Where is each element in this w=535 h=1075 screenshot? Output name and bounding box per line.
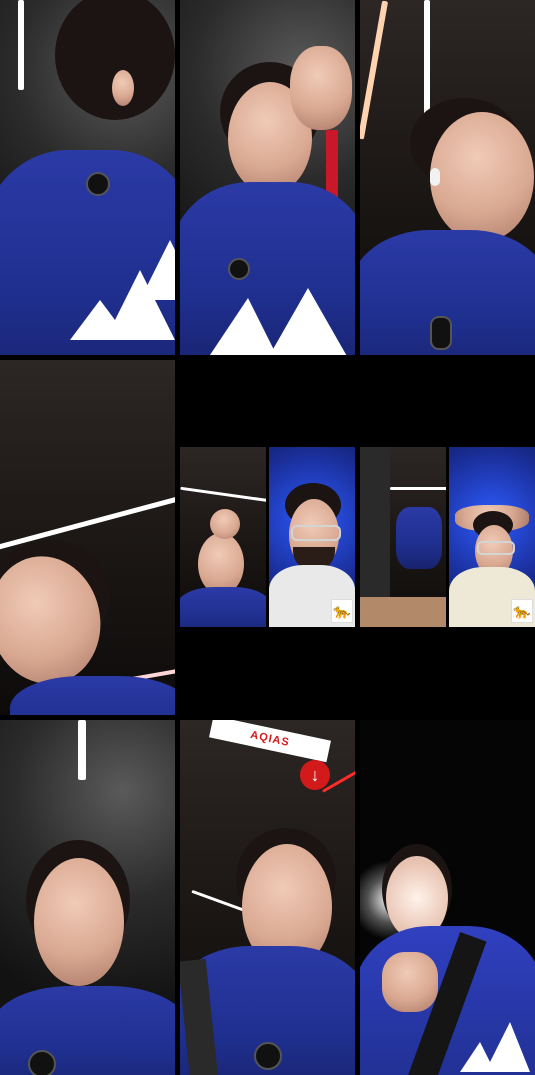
- ceiling-light: [0, 494, 175, 551]
- ceiling-light: [360, 0, 389, 140]
- three-stripe-logo: [210, 288, 347, 355]
- glasses: [477, 541, 515, 555]
- tile-r3c1: [0, 720, 175, 1075]
- mic-clip: [28, 1050, 56, 1075]
- face: [198, 533, 244, 595]
- three-stripe-logo: [70, 240, 175, 340]
- mic-clip: [254, 1042, 282, 1070]
- ceiling-light: [424, 0, 430, 115]
- call-left-gym-machine: [360, 447, 446, 627]
- face: [34, 858, 124, 986]
- gym-machine: [360, 447, 390, 607]
- glasses: [291, 525, 341, 541]
- cheetah-emoji-badge: 🐆: [331, 599, 353, 623]
- tile-r3c2: AQIAS ↓: [180, 720, 355, 1075]
- call-right-man: 🐆: [449, 447, 535, 627]
- ceiling-light: [18, 0, 24, 90]
- hoodie: [180, 587, 266, 627]
- hoodie: [0, 986, 175, 1075]
- hand: [210, 509, 240, 539]
- earbud: [430, 168, 440, 186]
- tile-r2c1: [0, 360, 175, 715]
- face: [430, 112, 534, 242]
- arrow-down-red: ↓: [300, 760, 330, 790]
- tile-r1c1: [0, 0, 175, 355]
- mic-clip: [86, 172, 110, 196]
- gym-sign: AQIAS: [209, 720, 331, 763]
- floor: [360, 597, 446, 627]
- tile-r1c3: [360, 0, 535, 355]
- tile-r2c2-split-call: 🐆: [180, 447, 355, 627]
- ceiling-light: [180, 486, 266, 503]
- person-on-machine: [396, 507, 442, 569]
- hand: [382, 952, 438, 1012]
- mic-clip: [228, 258, 250, 280]
- call-left-woman: [180, 447, 266, 627]
- ear: [112, 70, 134, 106]
- ceiling-light: [390, 487, 446, 490]
- tile-r1c2: [180, 0, 355, 355]
- hair: [55, 0, 175, 120]
- tile-r2c3-split-call: 🐆: [360, 447, 535, 627]
- ceiling-light: [78, 720, 86, 780]
- hand: [290, 46, 352, 130]
- mic-clip: [430, 316, 452, 350]
- tile-r3c3: [360, 720, 535, 1075]
- three-stripe-logo: [460, 1022, 530, 1072]
- cheetah-emoji-badge: 🐆: [511, 599, 533, 623]
- call-right-man: 🐆: [269, 447, 355, 627]
